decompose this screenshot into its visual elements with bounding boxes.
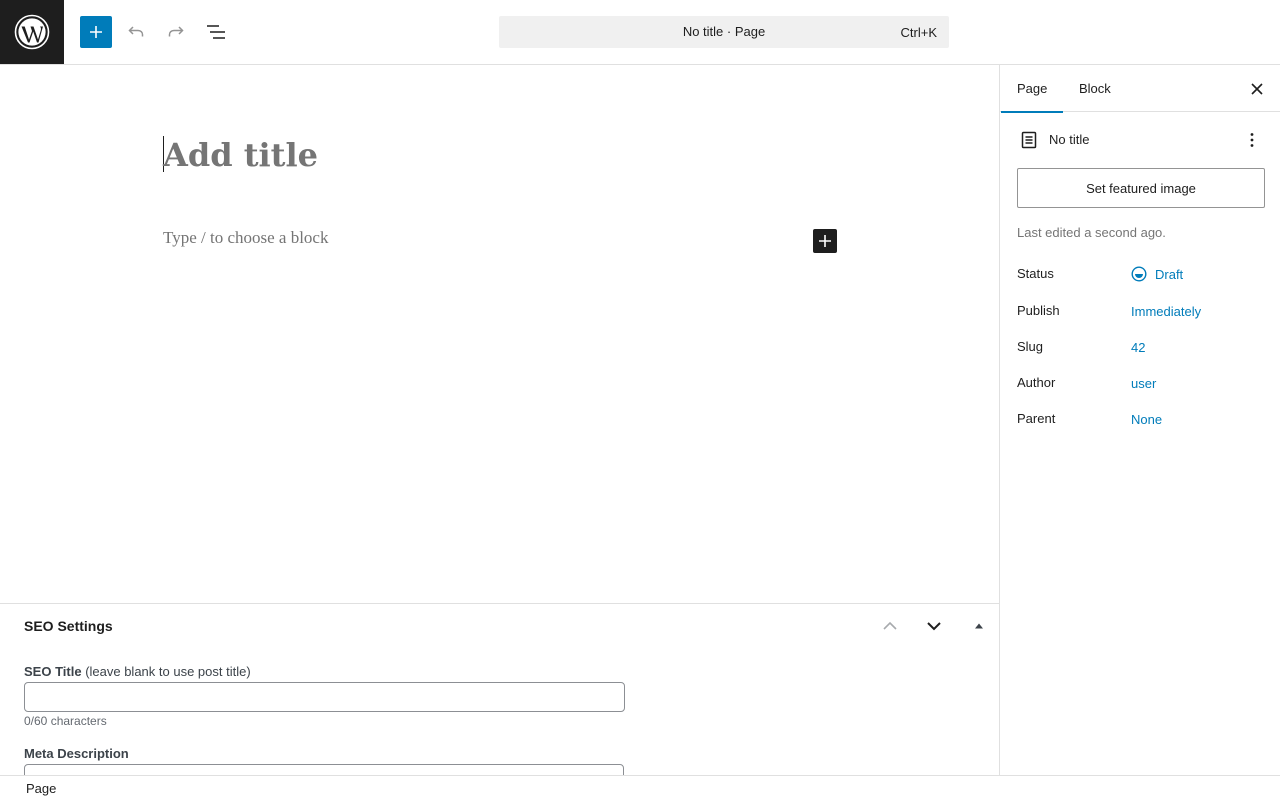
seo-title-label-text: SEO Title (24, 664, 82, 679)
seo-title-label: SEO Title (leave blank to use post title… (24, 664, 251, 679)
redo-icon (168, 26, 184, 37)
publish-label: Publish (1017, 303, 1060, 318)
list-view-icon (207, 25, 225, 39)
block-inserter-button[interactable] (80, 16, 112, 48)
post-title-field[interactable]: Add title (163, 135, 318, 175)
parent-label: Parent (1017, 411, 1056, 426)
tab-page[interactable]: Page (1001, 65, 1064, 113)
draft-status-icon (1131, 266, 1147, 282)
move-up-button[interactable] (878, 614, 902, 638)
more-vertical-icon (1250, 133, 1254, 147)
status-value[interactable]: Draft (1155, 267, 1183, 282)
meta-description-label-text: Meta Description (24, 746, 129, 761)
more-actions-button[interactable] (1240, 128, 1264, 152)
metabox-title: SEO Settings (24, 618, 113, 634)
settings-sidebar: Page Block No title Set featured image L… (999, 65, 1280, 775)
character-count: 0/60 characters (24, 714, 107, 728)
meta-description-label: Meta Description (24, 746, 129, 761)
default-block-appender[interactable]: Type / to choose a block (163, 228, 328, 248)
block-breadcrumb-bar: Page (0, 775, 1280, 800)
parent-value[interactable]: None (1131, 412, 1162, 427)
close-settings-button[interactable] (1245, 77, 1269, 101)
chevron-up-icon (883, 621, 897, 630)
tab-block[interactable]: Block (1063, 65, 1127, 112)
add-block-button[interactable] (813, 229, 837, 253)
set-featured-image-button[interactable]: Set featured image (1017, 168, 1265, 208)
page-icon (1021, 131, 1037, 149)
sidebar-tabs: Page Block (1000, 65, 1280, 113)
document-title: No title (1049, 132, 1090, 147)
plus-icon (90, 26, 102, 38)
seo-title-hint: (leave blank to use post title) (85, 664, 251, 679)
close-icon (1251, 83, 1263, 95)
publish-value[interactable]: Immediately (1131, 304, 1201, 319)
keyboard-shortcut-label: Ctrl+K (900, 25, 937, 40)
seo-title-input[interactable] (24, 682, 625, 712)
document-overview-button[interactable] (200, 16, 232, 48)
meta-description-textarea[interactable] (24, 764, 624, 775)
breadcrumb-page[interactable]: Page (26, 781, 56, 796)
move-down-button[interactable] (922, 614, 946, 638)
chevron-down-icon (927, 622, 941, 631)
editor-canvas: Add title Type / to choose a block (0, 65, 999, 603)
status-label: Status (1017, 266, 1054, 281)
caret-up-icon (975, 623, 983, 629)
seo-settings-metabox: SEO Settings SEO Title (leave blank to u… (0, 603, 999, 775)
wordpress-logo-icon[interactable] (0, 0, 64, 64)
redo-button[interactable] (160, 16, 192, 48)
last-edited-text: Last edited a second ago. (1017, 225, 1166, 240)
author-label: Author (1017, 375, 1056, 390)
author-value[interactable]: user (1131, 376, 1156, 391)
editor-header: No title · Page Ctrl+K (0, 0, 1280, 65)
plus-icon (819, 235, 831, 247)
undo-button[interactable] (120, 16, 152, 48)
slug-value[interactable]: 42 (1131, 340, 1145, 355)
command-palette-bar[interactable]: No title · Page Ctrl+K (499, 16, 949, 48)
toggle-panel-button[interactable] (967, 614, 991, 638)
document-title-label: No title · Page (682, 24, 766, 39)
slug-label: Slug (1017, 339, 1044, 354)
undo-icon (128, 26, 144, 37)
